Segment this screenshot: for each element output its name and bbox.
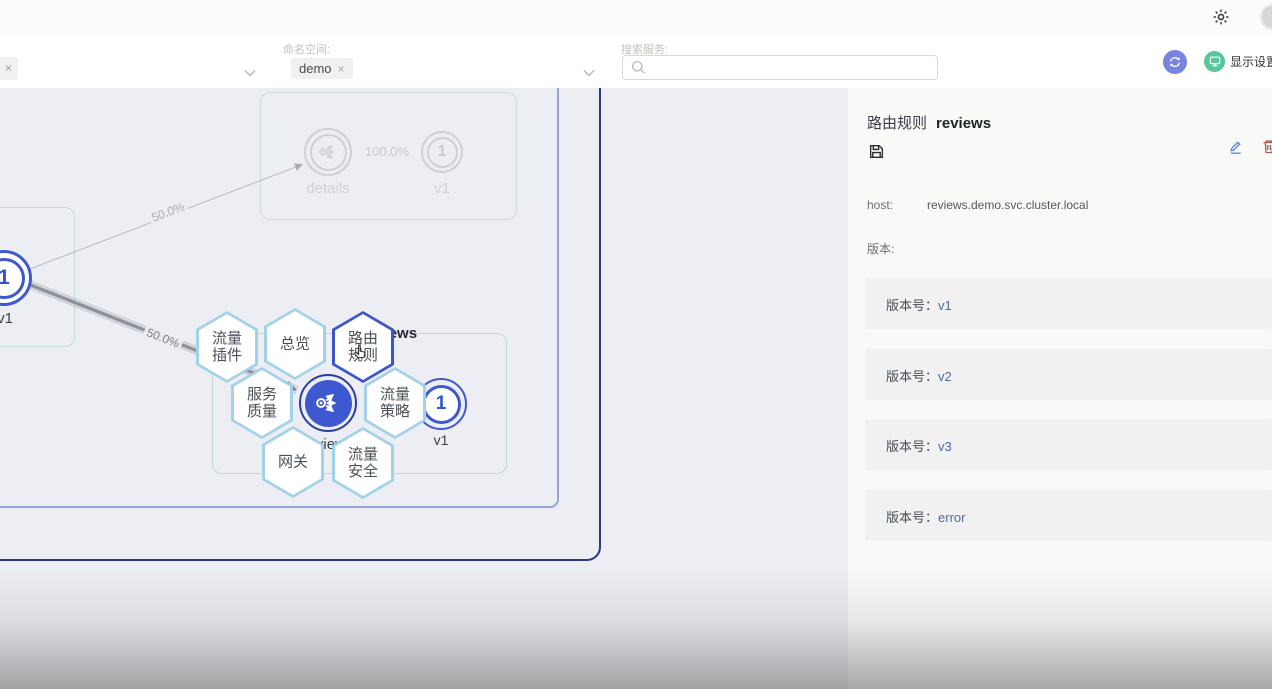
chevron-down-icon[interactable]: [244, 64, 256, 82]
details-version-label: v1: [421, 180, 463, 197]
panel-title-type: 路由规则: [867, 115, 927, 132]
version-card-v3[interactable]: 版本号：v3: [865, 419, 1272, 470]
cluster-tag-remnant[interactable]: ×: [0, 57, 18, 80]
display-settings-label: 显示设置: [1230, 53, 1272, 70]
version-value: v1: [938, 298, 952, 313]
source-version-label: v1: [0, 310, 20, 327]
versions-label: 版本:: [867, 240, 894, 257]
topology-graph[interactable]: 100.0% 1 details v1 50.0% 50.0%: [0, 88, 848, 689]
edit-pencil-icon[interactable]: [1228, 138, 1243, 160]
version-card-v1[interactable]: 版本号：v1: [865, 278, 1272, 329]
details-node-label: details: [294, 180, 362, 197]
version-card-v2[interactable]: 版本号：v2: [865, 349, 1272, 400]
app-screen: × 命名空间: demo× 搜索服务:: [0, 0, 1272, 689]
search-icon: [631, 60, 646, 75]
hex-menu-gateway[interactable]: 网关: [262, 426, 324, 498]
search-box[interactable]: [622, 55, 938, 80]
save-icon[interactable]: [868, 143, 885, 165]
panel-title-service: reviews: [936, 115, 991, 132]
avatar[interactable]: [1260, 4, 1272, 30]
settings-gear-icon[interactable]: [1212, 8, 1230, 26]
version-value: v3: [938, 439, 952, 454]
version-value: v2: [938, 369, 952, 384]
reviews-version-label: v1: [427, 432, 455, 448]
namespace-label: 命名空间:: [283, 41, 330, 57]
search-input[interactable]: [652, 55, 937, 80]
mouse-cursor: [352, 343, 369, 368]
topbar: [0, 0, 1272, 34]
refresh-button[interactable]: [1163, 50, 1187, 74]
details-panel: 路由规则reviews host: reviews.demo.svc.clust: [848, 88, 1272, 689]
tag-close-icon[interactable]: ×: [338, 62, 345, 76]
monitor-icon: [1204, 51, 1225, 72]
tag-close-icon[interactable]: ×: [5, 61, 12, 75]
host-value: reviews.demo.svc.cluster.local: [927, 198, 1088, 212]
chevron-down-icon[interactable]: [583, 64, 595, 82]
panel-title: 路由规则 reviews: [867, 112, 991, 133]
hex-menu-traffic-security[interactable]: 流量安全: [332, 427, 394, 499]
traffic-split-icon: [313, 388, 343, 418]
version-card-error[interactable]: 版本号：error: [865, 490, 1272, 541]
display-settings-button[interactable]: 显示设置: [1204, 51, 1272, 72]
delete-trash-icon[interactable]: [1261, 138, 1272, 160]
filter-toolbar: × 命名空间: demo× 搜索服务:: [0, 33, 1272, 88]
namespace-tag-demo[interactable]: demo×: [291, 58, 353, 79]
version-value: error: [938, 510, 965, 525]
host-label: host:: [867, 198, 893, 212]
